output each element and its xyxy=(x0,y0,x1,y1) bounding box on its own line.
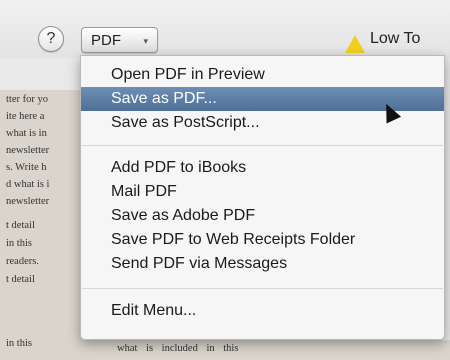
preview-text-line: what is included in this xyxy=(117,343,239,354)
menu-separator xyxy=(82,145,443,146)
preview-text-line: d what is i xyxy=(6,179,50,190)
chevron-down-icon: ▾ xyxy=(143,36,148,46)
pdf-button-label: PDF xyxy=(91,32,121,49)
help-button[interactable]: ? xyxy=(38,26,64,52)
menu-item-add-pdf-to-ibooks[interactable]: Add PDF to iBooks xyxy=(81,156,444,180)
pdf-dropdown-menu: Open PDF in Preview Save as PDF... Save … xyxy=(80,55,445,340)
preview-text-line: tter for yo xyxy=(6,94,48,105)
menu-item-save-pdf-to-web-receipts-folder[interactable]: Save PDF to Web Receipts Folder xyxy=(81,228,444,252)
document-preview: tter for yo ite here a what is in newsle… xyxy=(0,90,85,360)
warning-icon xyxy=(345,35,365,53)
print-dialog-toolbar: ? PDF ▾ Low To xyxy=(0,0,450,58)
preview-text-line: newsletter xyxy=(6,196,50,207)
menu-separator xyxy=(82,288,443,289)
preview-text-line: t detail xyxy=(6,274,35,285)
preview-text-line: newsletter xyxy=(6,145,50,156)
menu-item-open-pdf-in-preview[interactable]: Open PDF in Preview xyxy=(81,63,444,87)
preview-text-line: ite here a xyxy=(6,111,45,122)
preview-text-line: what is in xyxy=(6,128,47,139)
preview-text-line: in this xyxy=(6,338,32,349)
preview-text-line: in this xyxy=(6,238,32,249)
pdf-menu-button[interactable]: PDF ▾ xyxy=(81,27,158,53)
menu-item-edit-menu[interactable]: Edit Menu... xyxy=(81,299,444,323)
menu-item-send-pdf-via-messages[interactable]: Send PDF via Messages xyxy=(81,252,444,276)
preview-text-line: readers. xyxy=(6,256,39,267)
preview-text-line: s. Write h xyxy=(6,162,47,173)
preview-text-line: t detail xyxy=(6,220,35,231)
warning-label: Low To xyxy=(370,30,421,47)
menu-item-mail-pdf[interactable]: Mail PDF xyxy=(81,180,444,204)
menu-item-save-as-adobe-pdf[interactable]: Save as Adobe PDF xyxy=(81,204,444,228)
document-preview-bottom: what is included in this xyxy=(85,340,450,360)
